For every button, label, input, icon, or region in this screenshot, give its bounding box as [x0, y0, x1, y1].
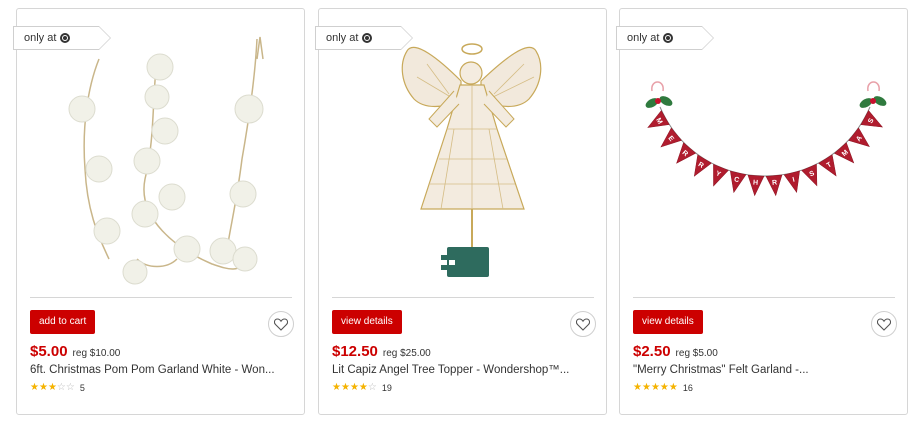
product-image-pom-pom-garland[interactable]: [27, 19, 294, 291]
add-to-cart-button[interactable]: add to cart: [30, 310, 96, 334]
badge-label: only at: [24, 32, 57, 44]
pennant-letter: H: [753, 179, 759, 186]
product-card[interactable]: only at add to cart $5.00 reg $10.00 6ft…: [13, 8, 305, 415]
pennant-flag: E: [660, 127, 682, 148]
only-at-target-badge: only at: [13, 26, 111, 50]
price-row: $5.00 reg $10.00: [30, 343, 120, 360]
product-image-felt-garland[interactable]: MERRYCHRISTMAS: [630, 19, 897, 291]
card-divider: [633, 297, 895, 298]
pennant-letter: R: [772, 179, 778, 186]
price-row: $12.50 reg $25.00: [332, 343, 431, 360]
product-grid: only at add to cart $5.00 reg $10.00 6ft…: [13, 8, 908, 415]
star-filled-icon: ★: [47, 382, 57, 393]
star-filled-icon: ★: [349, 382, 359, 393]
pennant-flag: T: [818, 154, 837, 177]
star-rating[interactable]: ★ ★ ★ ★ ☆ 19: [332, 383, 392, 394]
pennant-flag: M: [834, 142, 855, 164]
sale-price: $5.00: [30, 343, 68, 360]
regular-price: reg $25.00: [382, 348, 431, 359]
pennant-flag: Y: [713, 164, 729, 187]
pennant-flag: H: [747, 174, 765, 197]
star-filled-icon: ★: [358, 382, 368, 393]
review-count: 5: [79, 383, 85, 393]
badge-label: only at: [326, 32, 359, 44]
star-filled-icon: ★: [332, 382, 341, 393]
star-empty-icon: ☆: [56, 382, 66, 393]
target-logo-icon: [663, 33, 674, 43]
review-count: 19: [381, 383, 392, 393]
pennant-flag: S: [801, 163, 818, 187]
regular-price: reg $10.00: [72, 348, 121, 359]
review-count: 16: [682, 383, 693, 393]
star-rating[interactable]: ★ ★ ★ ☆ ☆ 5: [30, 383, 85, 394]
holly-left-icon: [645, 96, 673, 108]
sale-price: $12.50: [332, 343, 378, 360]
price-row: $2.50 reg $5.00: [633, 343, 718, 360]
sale-price: $2.50: [633, 343, 671, 360]
star-filled-icon: ★: [38, 382, 48, 393]
star-filled-icon: ★: [668, 382, 678, 393]
star-filled-icon: ★: [650, 382, 660, 393]
card-divider: [332, 297, 594, 298]
star-empty-icon: ☆: [65, 382, 75, 393]
favorite-heart-icon[interactable]: [570, 311, 596, 337]
product-card[interactable]: only at MERRYCHRISTMAS view details $2.5…: [616, 8, 908, 415]
star-filled-icon: ★: [340, 382, 350, 393]
product-image-angel-tree-topper[interactable]: [329, 19, 596, 291]
product-title-link[interactable]: "Merry Christmas" Felt Garland -...: [633, 364, 898, 376]
favorite-heart-icon[interactable]: [268, 311, 294, 337]
product-title-link[interactable]: Lit Capiz Angel Tree Topper - Wondershop…: [332, 364, 597, 376]
star-filled-icon: ★: [633, 382, 642, 393]
view-details-button[interactable]: view details: [633, 310, 703, 334]
rating-stars: ★ ★ ★ ★ ★: [633, 383, 678, 393]
pennant-flag: R: [765, 174, 783, 197]
star-filled-icon: ★: [641, 382, 651, 393]
star-empty-icon: ☆: [367, 382, 377, 393]
badge-label: only at: [627, 32, 660, 44]
regular-price: reg $5.00: [675, 348, 718, 359]
holly-right-icon: [859, 96, 887, 108]
pennant-flag: C: [730, 170, 747, 194]
card-divider: [30, 297, 292, 298]
pennant-flag: R: [676, 142, 697, 164]
only-at-target-badge: only at: [616, 26, 714, 50]
star-rating[interactable]: ★ ★ ★ ★ ★ 16: [633, 383, 693, 394]
target-logo-icon: [362, 33, 373, 43]
product-card[interactable]: only at view details $12.50 reg $25.00 L…: [315, 8, 607, 415]
star-filled-icon: ★: [659, 382, 669, 393]
product-title-link[interactable]: 6ft. Christmas Pom Pom Garland White - W…: [30, 364, 295, 376]
pennant-flag: I: [783, 170, 800, 193]
favorite-heart-icon[interactable]: [871, 311, 897, 337]
pennant-flag: R: [693, 154, 712, 177]
pennant-flag: A: [848, 127, 870, 147]
only-at-target-badge: only at: [315, 26, 413, 50]
rating-stars: ★ ★ ★ ☆ ☆: [30, 383, 75, 393]
view-details-button[interactable]: view details: [332, 310, 402, 334]
star-filled-icon: ★: [30, 382, 39, 393]
pennant-flag: S: [860, 110, 883, 128]
pennant-flag: M: [647, 110, 670, 128]
target-logo-icon: [60, 33, 71, 43]
rating-stars: ★ ★ ★ ★ ☆: [332, 383, 377, 393]
